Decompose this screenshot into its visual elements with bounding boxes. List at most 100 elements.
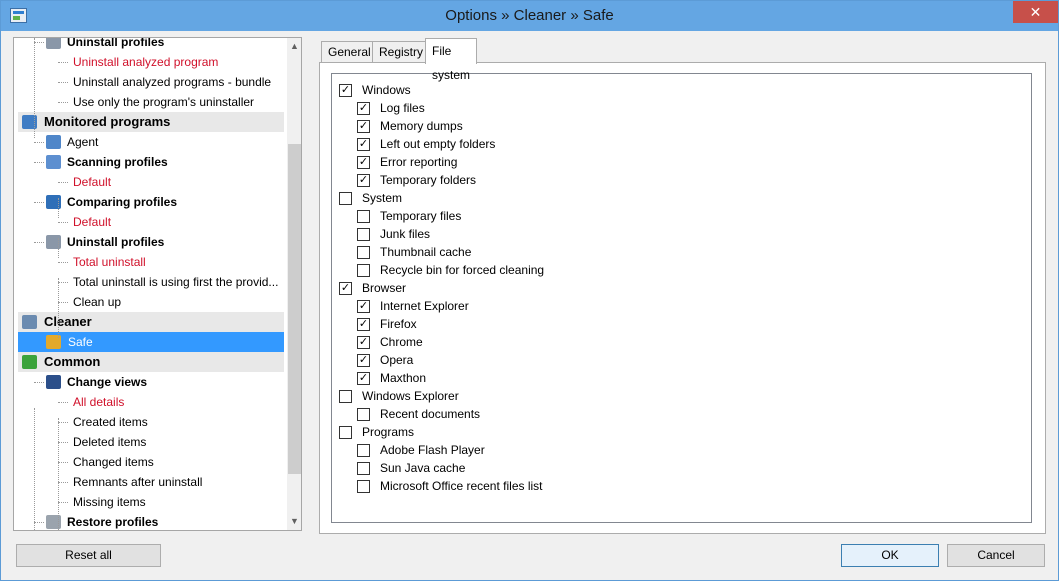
- tree-item-label: Monitored programs: [44, 114, 171, 129]
- cleaner-options-list: ✓ Windows ✓ Log files ✓ Memory dumps ✓ Left out…: [331, 73, 1032, 523]
- tree-connector: [34, 38, 35, 138]
- tree-item[interactable]: Common: [18, 352, 284, 372]
- checkbox-unchecked[interactable]: [357, 444, 370, 457]
- checkbox-unchecked[interactable]: [357, 264, 370, 277]
- checkbox-unchecked[interactable]: [357, 462, 370, 475]
- tree-scrollbar[interactable]: ▲ ▼: [287, 38, 301, 530]
- tree-connector: [58, 282, 68, 283]
- tree-item[interactable]: Scanning profiles: [14, 152, 286, 172]
- tree-item[interactable]: Total uninstall is using first the provi…: [14, 272, 286, 292]
- checkbox-checked[interactable]: ✓: [357, 354, 370, 367]
- tree-item[interactable]: Restore profiles: [14, 512, 286, 530]
- checkbox-unchecked[interactable]: [339, 192, 352, 205]
- tab-file-system[interactable]: File system: [425, 38, 478, 82]
- cleaner-icon: [22, 315, 37, 329]
- tree-connector: [58, 222, 68, 223]
- option-label: Windows: [362, 83, 411, 97]
- tree-item-label: Agent: [67, 135, 99, 149]
- tree-item[interactable]: Deleted items: [14, 432, 286, 452]
- tree-item[interactable]: Monitored programs: [18, 112, 284, 132]
- checkbox-unchecked[interactable]: [339, 390, 352, 403]
- tree-item[interactable]: Remnants after uninstall: [14, 472, 286, 492]
- option-label: Recycle bin for forced cleaning: [380, 263, 545, 277]
- checkbox-checked[interactable]: ✓: [357, 156, 370, 169]
- tree-item[interactable]: Uninstall analyzed program: [14, 52, 286, 72]
- ok-button[interactable]: OK: [841, 544, 939, 567]
- tree-item-label: Restore profiles: [67, 515, 159, 529]
- window-title: Options » Cleaner » Safe: [445, 7, 614, 24]
- scroll-down-arrow-icon[interactable]: ▼: [287, 513, 301, 530]
- tree-item[interactable]: Total uninstall: [14, 252, 286, 272]
- tree-item[interactable]: Default: [14, 212, 286, 232]
- tree-connector: [58, 422, 68, 423]
- close-button[interactable]: ✕: [1013, 1, 1058, 23]
- checkbox-checked[interactable]: ✓: [357, 318, 370, 331]
- tree-connector: [58, 198, 59, 218]
- tree-item[interactable]: Missing items: [14, 492, 286, 512]
- tree-connector: [58, 262, 68, 263]
- option-label: Left out empty folders: [380, 137, 496, 151]
- tree-item[interactable]: Created items: [14, 412, 286, 432]
- tree-item[interactable]: Uninstall analyzed programs - bundle: [14, 72, 286, 92]
- agent-icon: [46, 135, 61, 149]
- title-bar[interactable]: Options » Cleaner » Safe ✕: [1, 1, 1058, 31]
- tree-item[interactable]: Default: [14, 172, 286, 192]
- option-label: Error reporting: [380, 155, 458, 169]
- option-label: Thumbnail cache: [380, 245, 472, 259]
- checkbox-unchecked[interactable]: [339, 426, 352, 439]
- checkbox-unchecked[interactable]: [357, 228, 370, 241]
- tree-item-label: Clean up: [73, 295, 122, 309]
- tree-connector: [58, 278, 59, 338]
- scan-icon: [46, 155, 61, 169]
- tree-item-label: Scanning profiles: [67, 155, 168, 169]
- checkbox-checked[interactable]: ✓: [357, 138, 370, 151]
- tree-item[interactable]: Use only the program's uninstaller: [14, 92, 286, 112]
- tree-item-label: Remnants after uninstall: [73, 475, 203, 489]
- tree-item-label: Deleted items: [73, 435, 147, 449]
- option-label: Sun Java cache: [380, 461, 466, 475]
- checkbox-checked[interactable]: ✓: [357, 102, 370, 115]
- option-label: Opera: [380, 353, 414, 367]
- option-label: Adobe Flash Player: [380, 443, 485, 457]
- checkbox-checked[interactable]: ✓: [357, 372, 370, 385]
- tree-connector: [34, 242, 44, 243]
- tree-connector: [58, 82, 68, 83]
- checkbox-checked[interactable]: ✓: [339, 84, 352, 97]
- tree-item-label: Total uninstall is using first the provi…: [73, 275, 279, 289]
- tree-connector: [58, 462, 68, 463]
- checkbox-unchecked[interactable]: [357, 210, 370, 223]
- file-system-tab-page: ✓ Windows ✓ Log files ✓ Memory dumps ✓ Left out…: [319, 62, 1046, 534]
- cancel-button[interactable]: Cancel: [947, 544, 1045, 567]
- scroll-up-arrow-icon[interactable]: ▲: [287, 38, 301, 55]
- reset-all-button[interactable]: Reset all: [16, 544, 161, 567]
- checkbox-checked[interactable]: ✓: [339, 282, 352, 295]
- tab-registry[interactable]: Registry: [372, 41, 431, 63]
- option-label: System: [362, 191, 403, 205]
- tree-item[interactable]: Change views: [14, 372, 286, 392]
- tree-item[interactable]: Agent: [14, 132, 286, 152]
- checkbox-unchecked[interactable]: [357, 408, 370, 421]
- checkbox-unchecked[interactable]: [357, 480, 370, 493]
- tree-item-label: Created items: [73, 415, 148, 429]
- checkbox-checked[interactable]: ✓: [357, 300, 370, 313]
- tree-connector: [58, 482, 68, 483]
- tree-item[interactable]: Uninstall profiles: [14, 232, 286, 252]
- checkbox-checked[interactable]: ✓: [357, 120, 370, 133]
- tree-connector: [58, 402, 68, 403]
- tree-item[interactable]: Comparing profiles: [14, 192, 286, 212]
- checkbox-checked[interactable]: ✓: [357, 336, 370, 349]
- tree-connector: [58, 418, 59, 530]
- checkbox-checked[interactable]: ✓: [357, 174, 370, 187]
- tree-item[interactable]: Clean up: [14, 292, 286, 312]
- option-label: Internet Explorer: [380, 299, 469, 313]
- tab-general[interactable]: General: [321, 41, 378, 63]
- tree-item[interactable]: Changed items: [14, 452, 286, 472]
- tree-item[interactable]: All details: [14, 392, 286, 412]
- option-label: Temporary folders: [380, 173, 477, 187]
- tree-item-label: Total uninstall: [73, 255, 146, 269]
- checkbox-unchecked[interactable]: [357, 246, 370, 259]
- option-label: Memory dumps: [380, 119, 463, 133]
- scroll-thumb[interactable]: [288, 144, 301, 474]
- tree-item[interactable]: Uninstall profiles: [14, 38, 286, 52]
- tree-item-label: Safe: [68, 335, 93, 349]
